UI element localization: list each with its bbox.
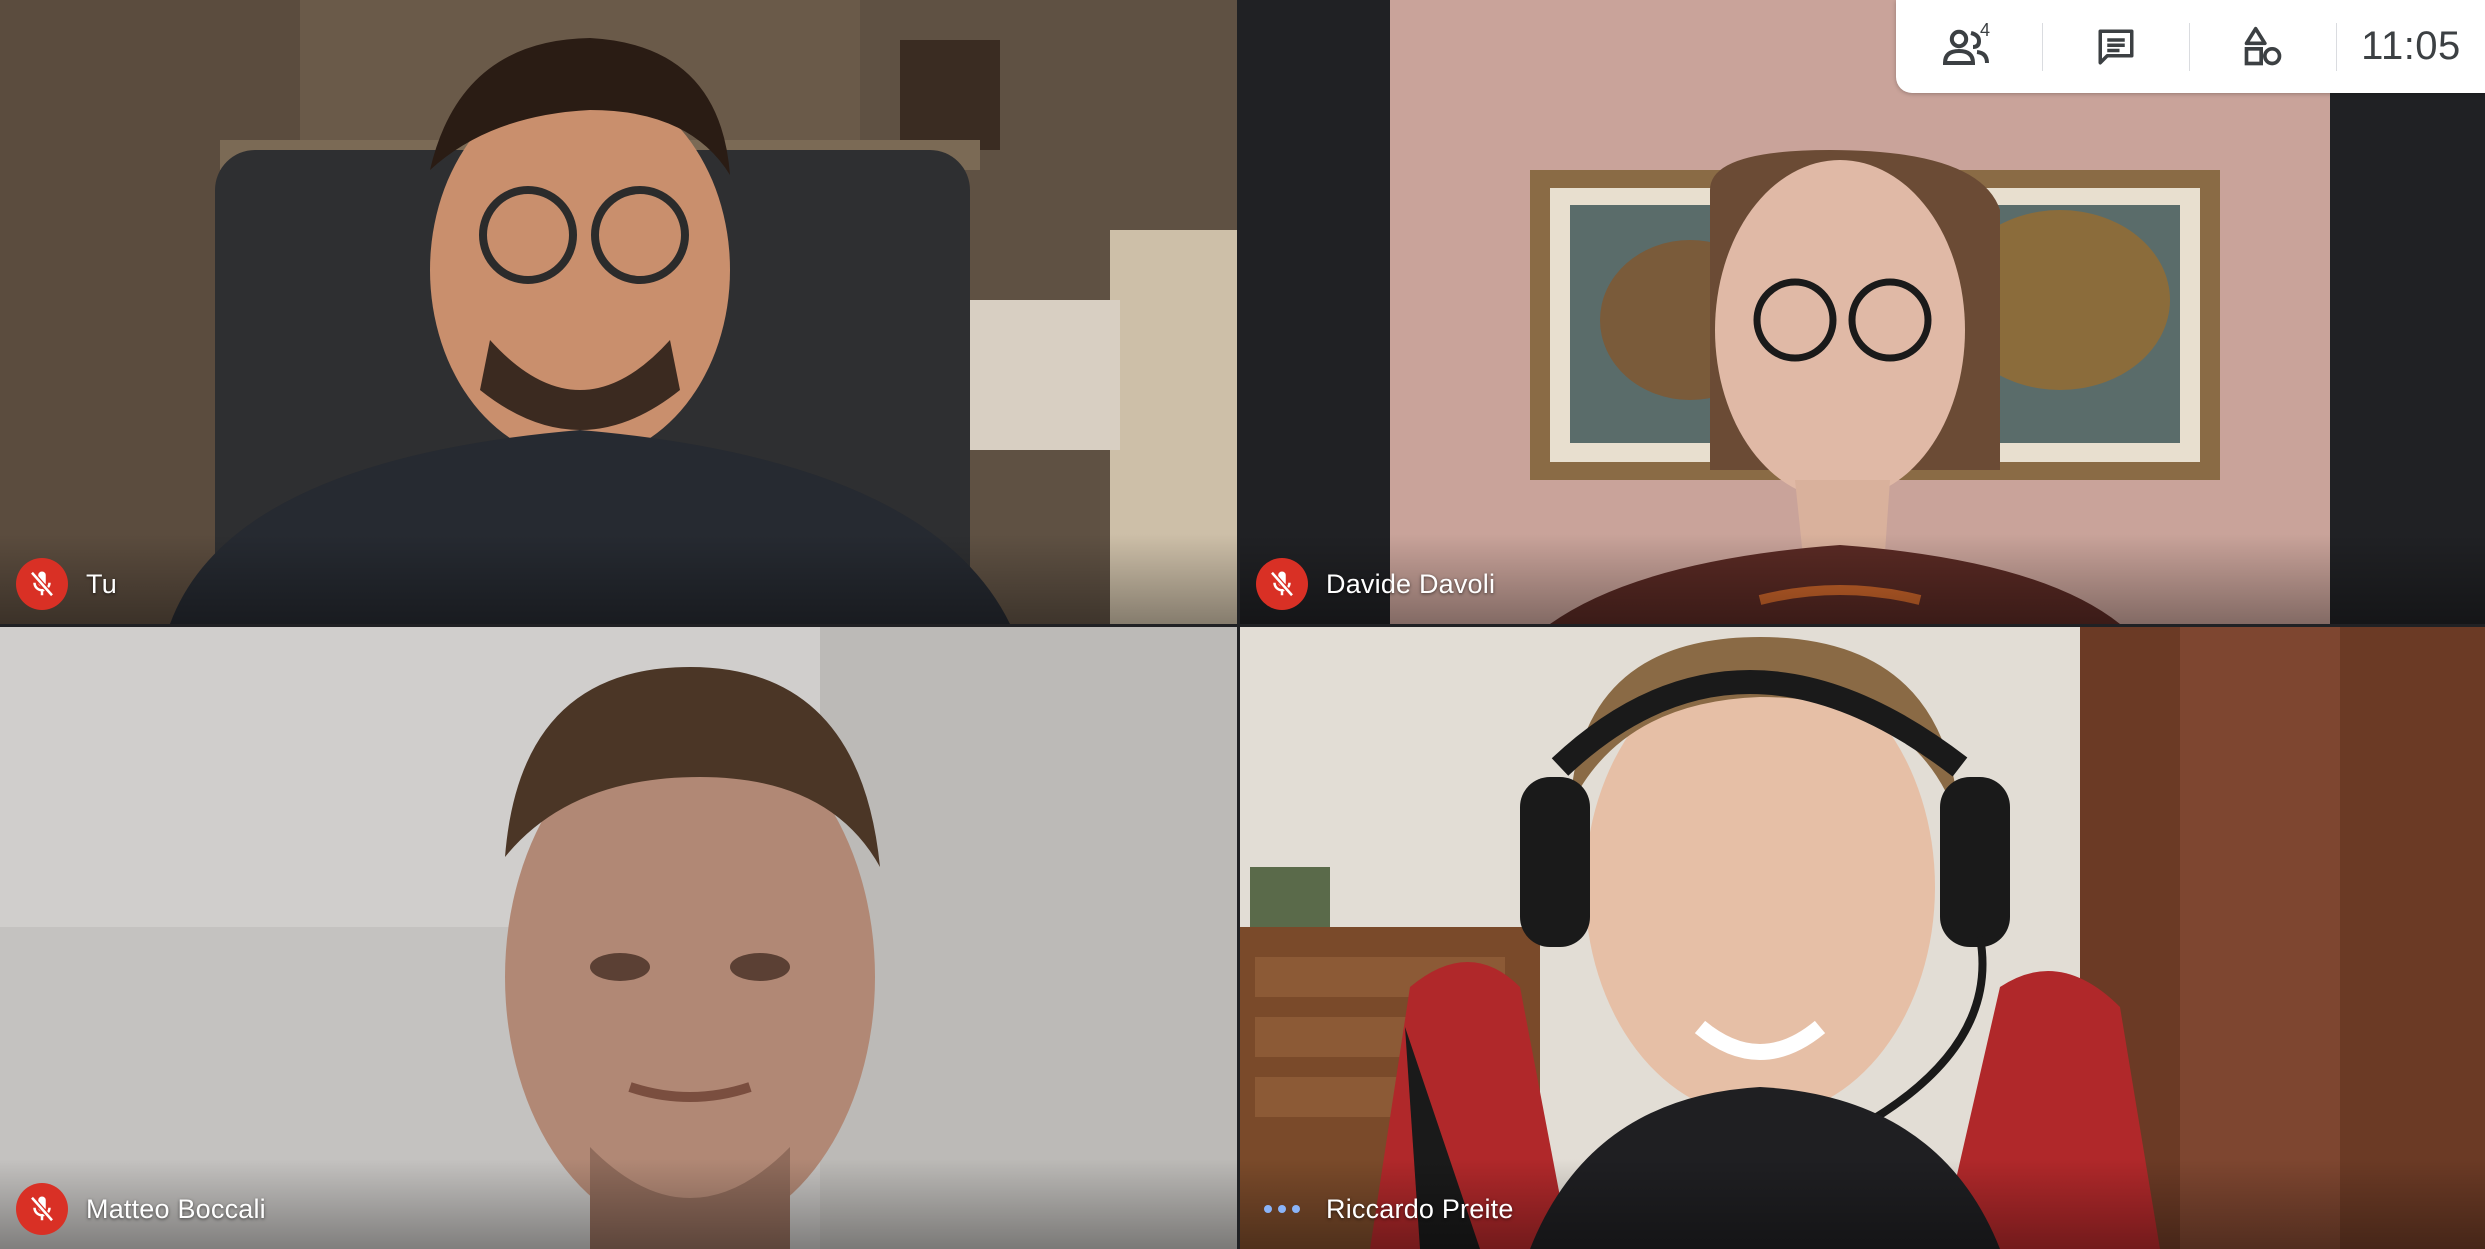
participant-name: Matteo Boccali bbox=[86, 1193, 266, 1224]
participant-tile-davide-davoli[interactable]: Davide Davoli bbox=[1240, 0, 2485, 624]
speaking-dots-icon bbox=[1256, 1183, 1308, 1235]
clock: 11:05 bbox=[2361, 24, 2461, 68]
participant-tile-tu[interactable]: Tu bbox=[0, 0, 1237, 624]
name-bar: Riccardo Preite bbox=[1256, 1183, 1514, 1235]
participant-name: Tu bbox=[86, 568, 117, 599]
mic-off-icon bbox=[1256, 558, 1308, 610]
mic-off-icon bbox=[16, 1183, 68, 1235]
activities-button[interactable] bbox=[2190, 0, 2336, 93]
participant-video bbox=[1240, 0, 2485, 624]
name-bar: Matteo Boccali bbox=[16, 1183, 266, 1235]
people-button[interactable]: 4 bbox=[1896, 0, 2042, 93]
people-count: 4 bbox=[1980, 20, 1991, 40]
participant-tile-matteo-boccali[interactable]: Matteo Boccali bbox=[0, 627, 1237, 1249]
participant-video bbox=[1240, 627, 2485, 1249]
name-bar: Tu bbox=[16, 558, 117, 610]
tile-shade bbox=[0, 534, 1237, 624]
activities-icon bbox=[2244, 26, 2282, 65]
chat-button[interactable] bbox=[2043, 0, 2189, 93]
participant-name: Davide Davoli bbox=[1326, 568, 1496, 599]
name-bar: Davide Davoli bbox=[1256, 558, 1495, 610]
meeting-stage: Tu Davide Davoli Matteo Boccali Riccardo… bbox=[0, 0, 2485, 1249]
participant-tile-riccardo-preite[interactable]: Riccardo Preite bbox=[1240, 627, 2485, 1249]
meeting-toolbar: 4 11:05 bbox=[1896, 0, 2485, 93]
mic-off-icon bbox=[16, 558, 68, 610]
chat-icon bbox=[2098, 29, 2134, 64]
participant-video bbox=[0, 0, 1237, 624]
participant-video bbox=[0, 627, 1237, 1249]
participant-name: Riccardo Preite bbox=[1326, 1193, 1514, 1224]
